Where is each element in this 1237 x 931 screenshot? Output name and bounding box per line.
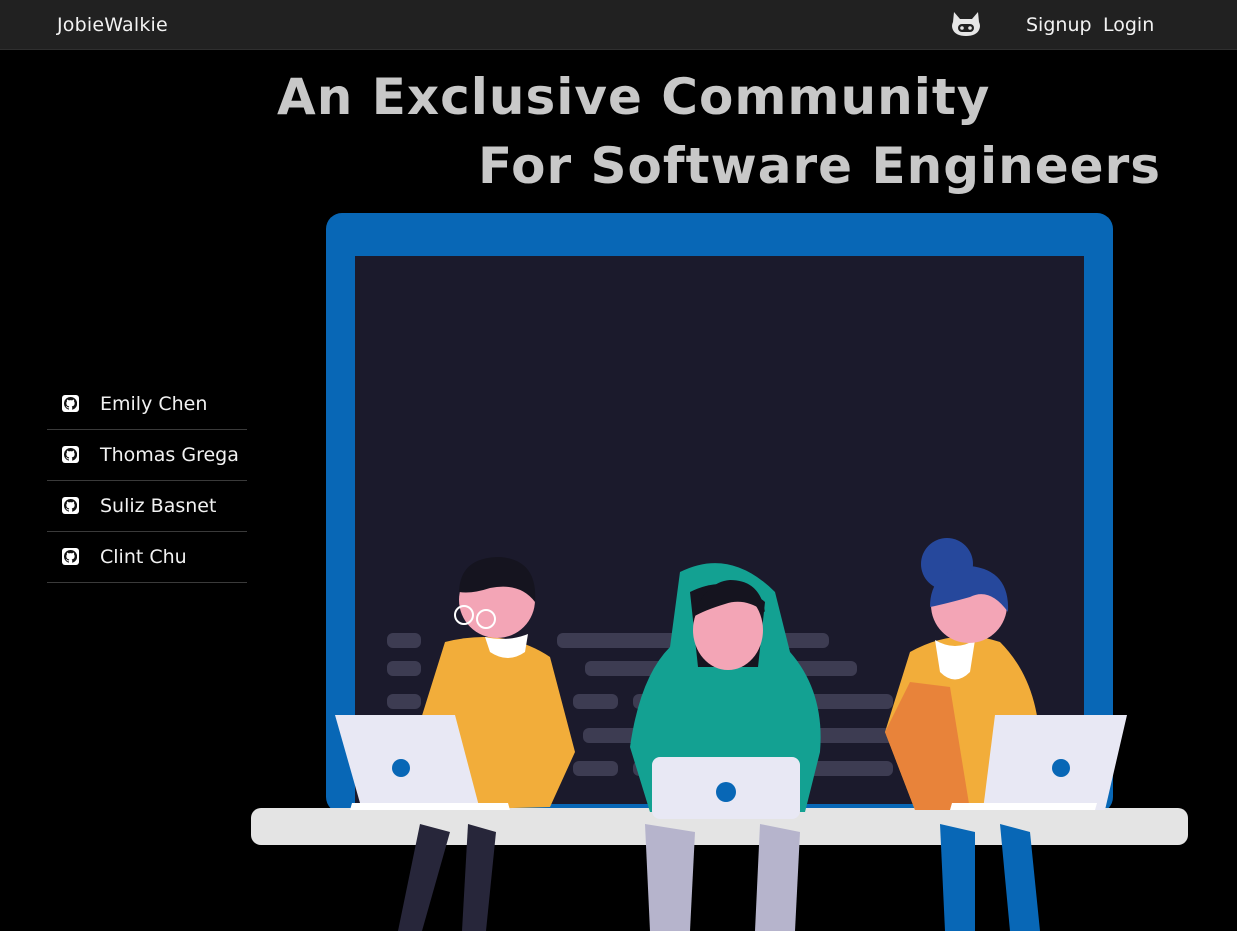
navbar: JobieWalkie Signup Login — [0, 0, 1237, 50]
developer-name: Clint Chu — [100, 546, 187, 568]
github-icon — [62, 395, 79, 412]
developer-item[interactable]: Suliz Basnet — [47, 481, 247, 532]
github-icon — [62, 446, 79, 463]
hero-title-line-1: An Exclusive Community — [277, 68, 991, 126]
github-icon — [62, 497, 79, 514]
brand-logo-link[interactable]: JobieWalkie — [57, 14, 168, 36]
developer-item[interactable]: Thomas Grega — [47, 430, 247, 481]
signup-link[interactable]: Signup — [1026, 14, 1092, 36]
github-octocat-icon[interactable] — [950, 10, 982, 38]
developer-name: Thomas Grega — [100, 444, 239, 466]
developer-item[interactable]: Emily Chen — [47, 379, 247, 430]
developer-item[interactable]: Clint Chu — [47, 532, 247, 583]
developer-list: Emily Chen Thomas Grega Suliz Basnet Cli… — [47, 379, 247, 583]
github-icon — [62, 548, 79, 565]
hero-title-line-2: For Software Engineers — [478, 137, 1161, 195]
developers-illustration — [250, 212, 1190, 931]
login-link[interactable]: Login — [1103, 14, 1154, 36]
developer-name: Emily Chen — [100, 393, 208, 415]
developer-name: Suliz Basnet — [100, 495, 217, 517]
